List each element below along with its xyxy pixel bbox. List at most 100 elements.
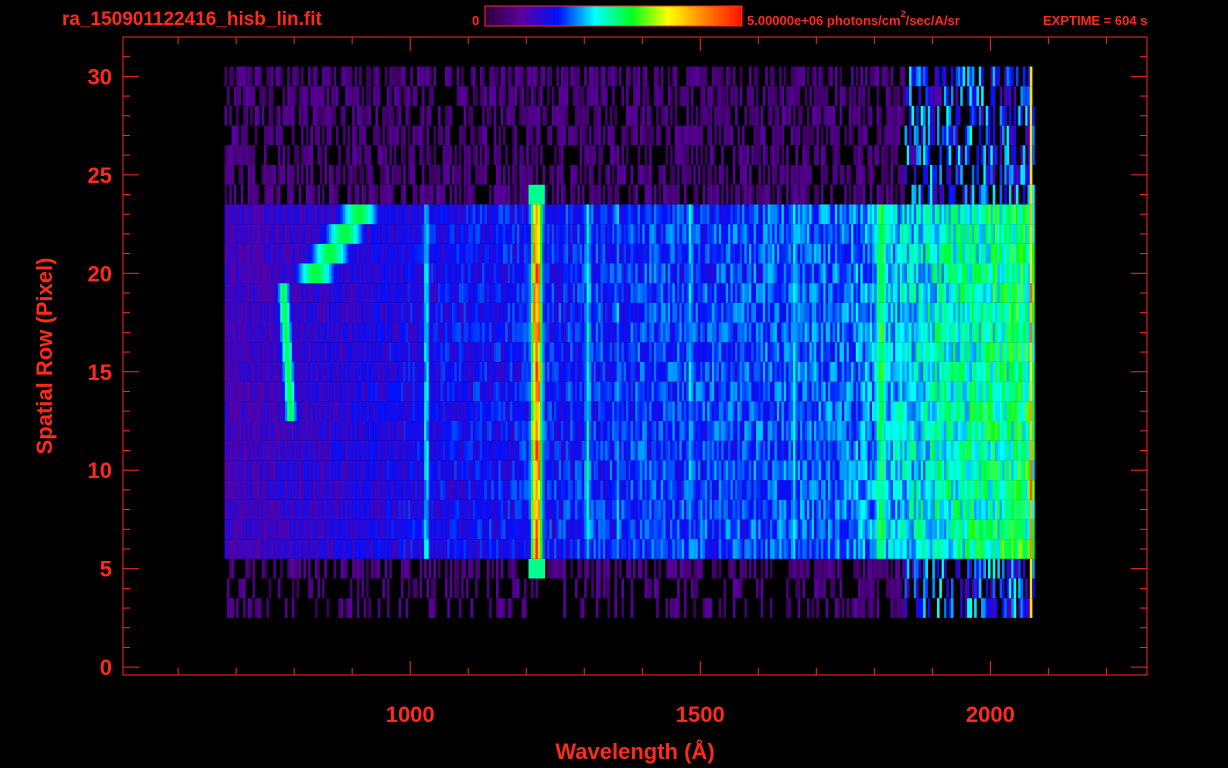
heatmap-cell — [853, 519, 856, 540]
heatmap-cell — [742, 539, 745, 559]
heatmap-cell — [291, 499, 295, 520]
heatmap-cell — [595, 539, 599, 559]
heatmap-cell — [523, 342, 527, 362]
heatmap-cell — [723, 381, 727, 402]
heatmap-cell — [477, 499, 481, 520]
heatmap-cell — [1015, 460, 1019, 481]
heatmap-cell — [1008, 401, 1012, 421]
heatmap-cell — [414, 440, 418, 461]
heatmap-cell — [322, 440, 325, 461]
heatmap-cell — [623, 519, 627, 540]
heatmap-cell — [424, 499, 427, 520]
heatmap-cell — [282, 480, 286, 500]
heatmap-cell — [709, 322, 713, 343]
heatmap-cell — [470, 381, 474, 402]
heatmap-cell — [1013, 440, 1017, 461]
heatmap-cell — [704, 401, 708, 421]
heatmap-cell — [591, 361, 594, 382]
heatmap-cell — [616, 322, 620, 343]
heatmap-cell — [380, 539, 383, 559]
heatmap-cell — [960, 401, 963, 421]
heatmap-cell — [366, 460, 369, 481]
heatmap-cell — [923, 460, 926, 481]
heatmap-cell — [913, 460, 917, 481]
heatmap-cell — [1013, 578, 1017, 599]
heatmap-cell — [275, 519, 279, 540]
heatmap-cell — [514, 381, 518, 402]
heatmap-cell — [382, 361, 385, 382]
heatmap-cell — [795, 480, 798, 500]
heatmap-cell — [240, 519, 244, 540]
heatmap-cell — [301, 322, 304, 343]
heatmap-cell — [995, 440, 998, 461]
heatmap-cell — [250, 342, 253, 362]
heatmap-cell — [735, 460, 738, 481]
heatmap-cell — [769, 519, 773, 540]
heatmap-cell — [1013, 401, 1017, 421]
heatmap-cell — [496, 421, 499, 441]
heatmap-cell — [612, 322, 615, 343]
heatmap-cell — [491, 302, 494, 323]
heatmap-cell — [637, 558, 641, 579]
heatmap-cell — [707, 361, 710, 382]
heatmap-cell — [243, 401, 246, 421]
heatmap-cell — [287, 480, 290, 500]
heatmap-cell — [995, 361, 998, 382]
heatmap-cell — [289, 440, 293, 461]
heatmap-cell — [948, 499, 952, 520]
heatmap-cell — [359, 440, 362, 461]
heatmap-cell — [916, 499, 919, 520]
heatmap-cell — [403, 322, 406, 343]
heatmap-cell — [992, 342, 996, 362]
heatmap-cell — [909, 499, 912, 520]
heatmap-cell — [746, 519, 750, 540]
heatmap-cell — [992, 381, 996, 402]
heatmap-cell — [491, 539, 494, 559]
heatmap-cell — [767, 381, 771, 402]
heatmap-cell — [352, 440, 355, 461]
heatmap-cell — [628, 558, 631, 579]
heatmap-cell — [414, 302, 418, 323]
heatmap-cell — [663, 519, 666, 540]
heatmap-cell — [535, 440, 539, 461]
heatmap-cell — [544, 302, 548, 323]
heatmap-cell — [960, 539, 963, 559]
heatmap-cell — [449, 578, 453, 599]
heatmap-cell — [1006, 598, 1010, 618]
heatmap-cell — [280, 499, 283, 520]
heatmap-cell — [834, 499, 838, 520]
heatmap-cell — [438, 322, 441, 343]
heatmap-cell — [403, 342, 406, 362]
heatmap-cell — [756, 381, 759, 402]
heatmap-cell — [660, 421, 664, 441]
heatmap-cell — [783, 499, 787, 520]
heatmap-cell — [904, 539, 908, 559]
heatmap-cell — [247, 322, 251, 343]
heatmap-cell — [939, 322, 942, 343]
heatmap-cell — [960, 598, 963, 618]
heatmap-cell — [572, 401, 576, 421]
heatmap-cell — [684, 539, 687, 559]
heatmap-cell — [563, 440, 566, 461]
heatmap-cell — [974, 421, 977, 441]
heatmap-cell — [760, 361, 764, 382]
heatmap-cell — [331, 322, 334, 343]
heatmap-cell — [533, 401, 536, 421]
heatmap-cell — [681, 480, 685, 500]
heatmap-cell — [398, 460, 402, 481]
heatmap-cell — [493, 440, 497, 461]
heatmap-cell — [767, 480, 771, 500]
heatmap-cell — [588, 499, 592, 520]
heatmap-cell — [528, 480, 532, 500]
heatmap-cell — [551, 302, 555, 323]
heatmap-cell — [653, 440, 657, 461]
heatmap-cell — [345, 401, 348, 421]
heatmap-cell — [456, 499, 460, 520]
heatmap-cell — [333, 421, 337, 441]
heatmap-cell — [834, 361, 838, 382]
heatmap-cell — [834, 480, 838, 500]
heatmap-cell — [607, 519, 610, 540]
heatmap-cell — [937, 598, 940, 618]
heatmap-cell — [788, 401, 792, 421]
heatmap-cell — [261, 558, 265, 579]
